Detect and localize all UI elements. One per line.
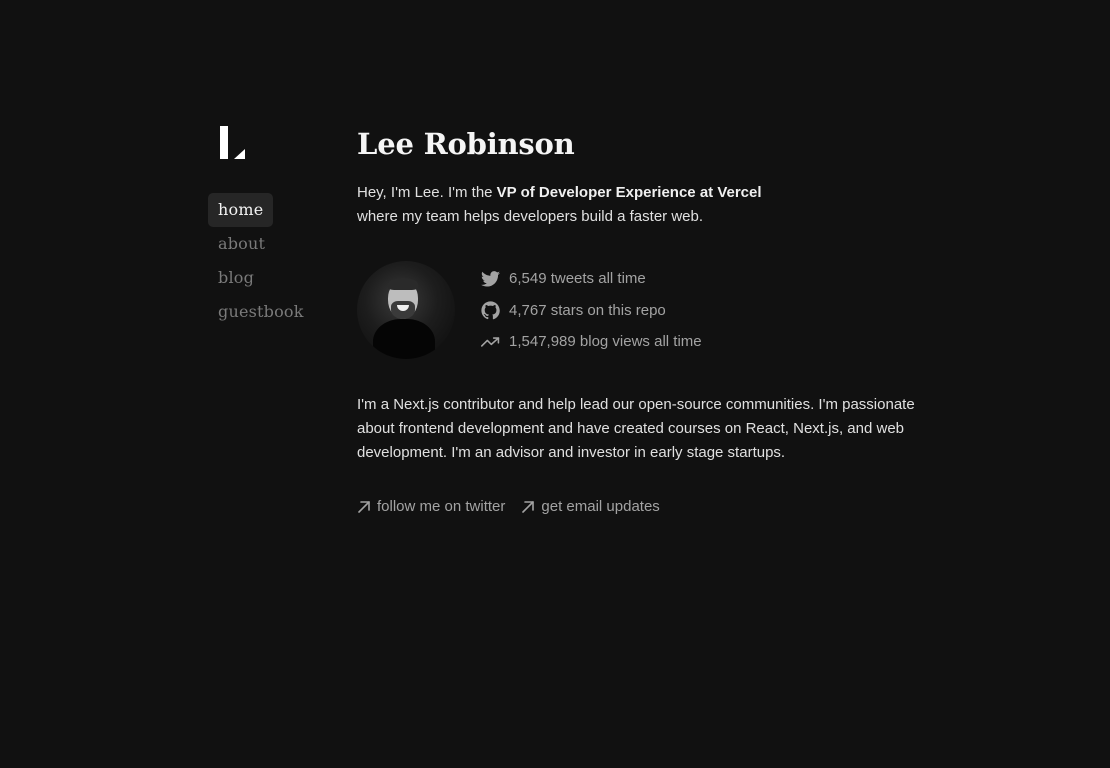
main-content: Lee Robinson Hey, I'm Lee. I'm the VP of… xyxy=(357,124,957,515)
logo[interactable] xyxy=(220,126,246,160)
arrow-up-right-icon xyxy=(521,500,535,514)
sidebar: home about blog guestbook xyxy=(208,126,328,329)
intro-prefix: Hey, I'm Lee. I'm the xyxy=(357,184,497,201)
follow-twitter-label: follow me on twitter xyxy=(377,498,506,515)
nav-item-about[interactable]: about xyxy=(208,227,275,261)
stat-tweets-text: 6,549 tweets all time xyxy=(509,270,646,287)
github-icon xyxy=(481,300,500,320)
logo-triangle xyxy=(234,149,245,159)
stats-list: 6,549 tweets all time 4,767 stars on thi… xyxy=(481,269,702,352)
page-title: Lee Robinson xyxy=(357,127,575,161)
stat-views-text: 1,547,989 blog views all time xyxy=(509,333,702,350)
intro-suffix: where my team helps developers build a f… xyxy=(357,208,704,225)
avatar-body xyxy=(373,319,435,359)
stat-stars-text: 4,767 stars on this repo xyxy=(509,301,666,319)
stat-views[interactable]: 1,547,989 blog views all time xyxy=(481,332,702,352)
email-updates-label: get email updates xyxy=(541,498,660,515)
trending-up-icon xyxy=(481,332,500,351)
sidebar-nav: home about blog guestbook xyxy=(208,193,328,329)
stat-stars[interactable]: 4,767 stars on this repo xyxy=(481,300,702,320)
email-updates-link[interactable]: get email updates xyxy=(521,498,660,515)
avatar-hair xyxy=(388,278,418,290)
bio-text: I'm a Next.js contributor and help lead … xyxy=(357,396,915,461)
intro-role: VP of Developer Experience at Vercel xyxy=(496,184,762,201)
social-links: follow me on twitter get email updates xyxy=(357,498,957,515)
page: home about blog guestbook Lee Robinson H… xyxy=(0,0,1110,768)
nav-item-home[interactable]: home xyxy=(208,193,274,227)
logo-bar xyxy=(220,126,228,159)
intro-text: Hey, I'm Lee. I'm the VP of Developer Ex… xyxy=(357,181,957,229)
nav-item-guestbook[interactable]: guestbook xyxy=(208,295,314,329)
arrow-up-right-icon xyxy=(357,500,371,514)
stat-tweets[interactable]: 6,549 tweets all time xyxy=(481,269,702,289)
stats-row: 6,549 tweets all time 4,767 stars on thi… xyxy=(357,261,957,359)
follow-twitter-link[interactable]: follow me on twitter xyxy=(357,498,505,515)
nav-item-blog[interactable]: blog xyxy=(208,261,264,295)
twitter-icon xyxy=(481,269,500,288)
avatar xyxy=(357,261,455,359)
